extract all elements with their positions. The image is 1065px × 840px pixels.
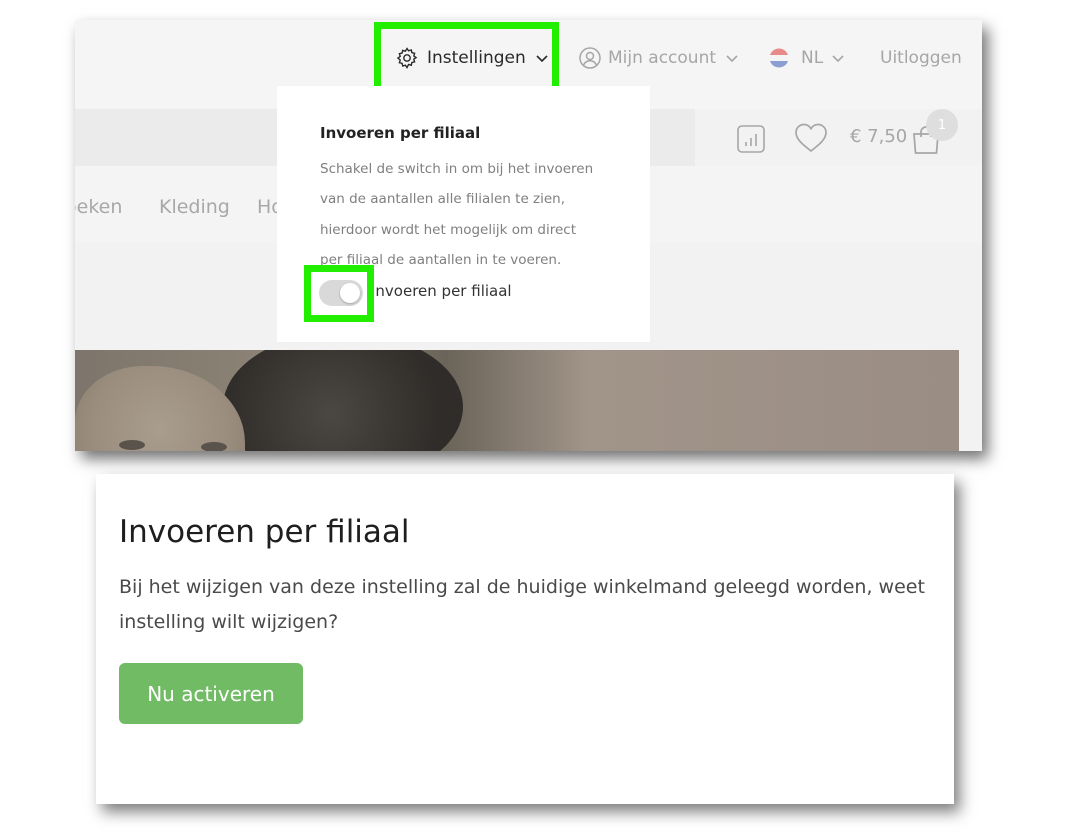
chevron-down-icon (832, 55, 844, 63)
compare-chart-icon (737, 125, 765, 153)
confirmation-modal: Invoeren per filiaal Bij het wijzigen va… (96, 474, 954, 804)
hero-eye (201, 442, 227, 451)
user-circle-icon (579, 47, 601, 69)
cart-total[interactable]: € 7,50 (850, 126, 907, 147)
wishlist-button[interactable] (794, 122, 828, 158)
settings-highlight-box (374, 22, 559, 94)
dropdown-text-line: van de aantallen alle filialen te zien, (320, 191, 566, 208)
dropdown-text-line: Schakel de switch in om bij het invoeren (320, 161, 594, 177)
toggle-label: Invoeren per filiaal (371, 282, 512, 300)
toggle-highlight-box (304, 265, 374, 322)
category-item-kleding[interactable]: Kleding (159, 196, 230, 218)
hero-image-face (75, 366, 245, 451)
flag-nl-icon (769, 48, 789, 68)
compare-button[interactable] (736, 124, 766, 158)
dropdown-description: Schakel de switch in om bij het invoeren… (320, 154, 620, 275)
language-label: NL (801, 48, 824, 68)
category-item[interactable]: oeken (75, 196, 122, 218)
modal-title: Invoeren per filiaal (119, 514, 410, 550)
hero-banner (75, 350, 959, 451)
store-header-screenshot: Instellingen Mijn account NL Uitloggen o… (75, 20, 982, 451)
logout-link[interactable]: Uitloggen (880, 44, 962, 72)
dropdown-text-line: hierdoor wordt het mogelijk om direct (320, 221, 577, 238)
modal-body: Bij het wijzigen van deze instelling zal… (119, 570, 954, 640)
account-label: Mijn account (608, 48, 717, 68)
dropdown-title: Invoeren per filiaal (320, 124, 481, 142)
chevron-down-icon (726, 55, 738, 63)
language-menu[interactable]: NL (769, 44, 845, 72)
account-menu[interactable]: Mijn account (578, 44, 739, 72)
cart-count-badge: 1 (926, 109, 958, 141)
modal-body-line: Bij het wijzigen van deze instelling zal… (119, 576, 925, 598)
modal-body-line: instelling wilt wijzigen? (119, 611, 339, 633)
hero-image-hat (223, 350, 463, 451)
activate-button[interactable]: Nu activeren (119, 663, 303, 724)
settings-dropdown: Invoeren per filiaal Schakel de switch i… (277, 86, 650, 342)
logout-label: Uitloggen (880, 48, 962, 68)
hero-eye (119, 440, 145, 450)
heart-icon (795, 123, 827, 153)
